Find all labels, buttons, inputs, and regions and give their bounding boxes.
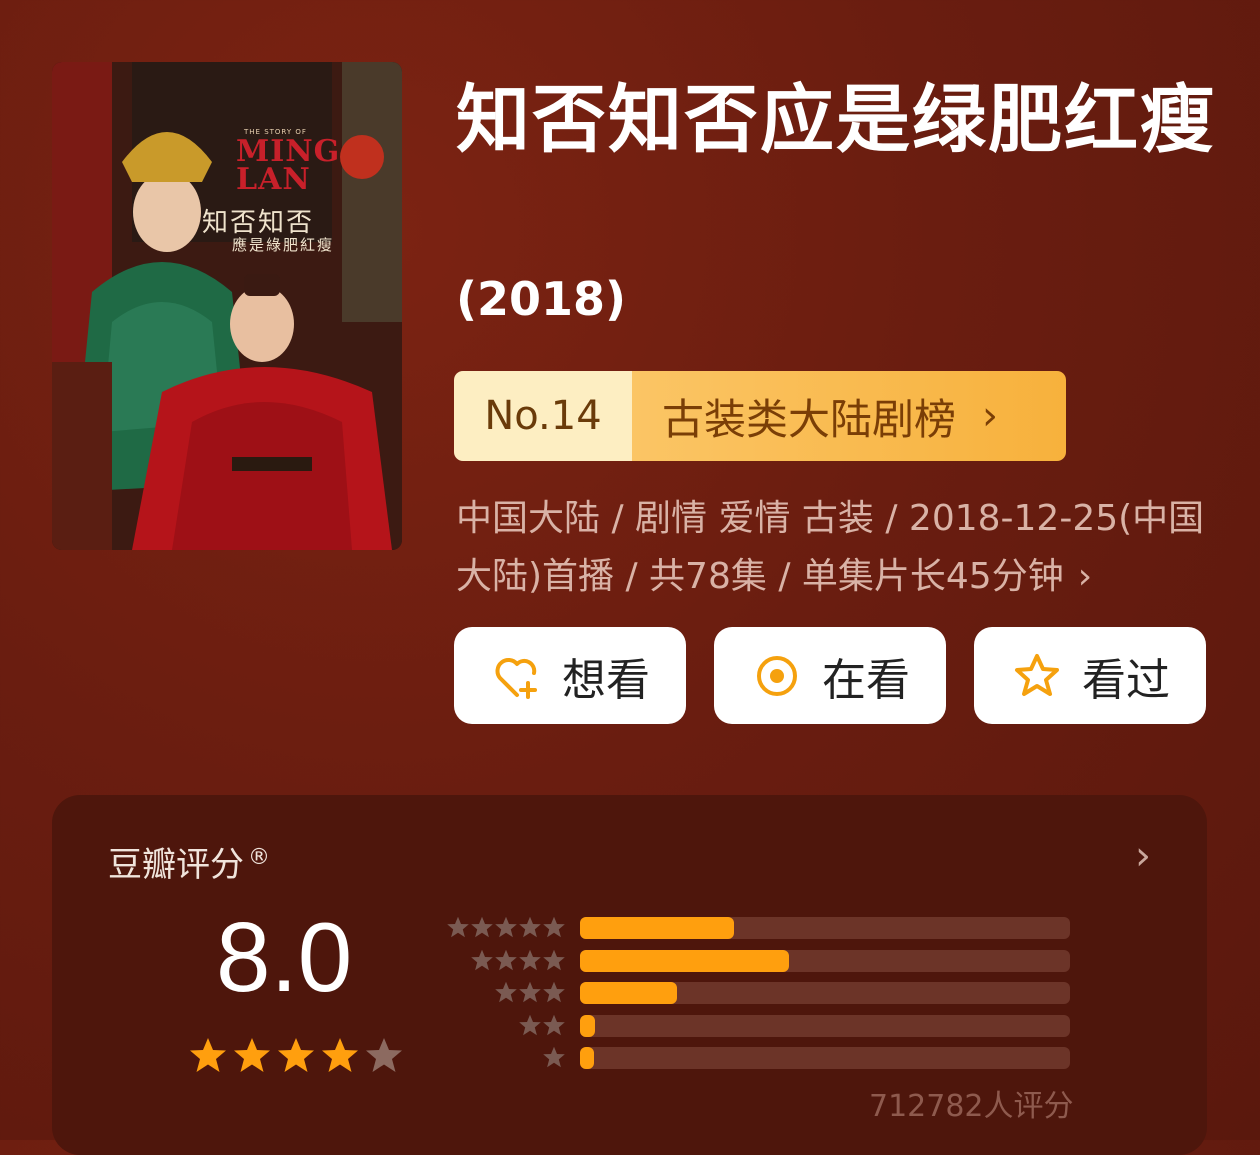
poster-artwork <box>52 62 402 550</box>
distribution-bar-fill <box>580 1014 595 1037</box>
distribution-stars <box>470 948 566 972</box>
rating-source-text: 豆瓣评分 <box>108 845 244 885</box>
distribution-row-1-star <box>438 1043 1078 1075</box>
star-filled-icon <box>278 1038 314 1072</box>
ranking-badge[interactable]: No.14 古装类大陆剧榜 › <box>454 371 1066 461</box>
watching-label: 在看 <box>822 654 910 706</box>
distribution-stars <box>446 915 566 939</box>
distribution-row-5-star <box>438 913 1078 945</box>
poster-english-title: MING LAN <box>236 134 341 197</box>
distribution-stars <box>494 980 566 1004</box>
distribution-bar-track <box>580 1014 1070 1037</box>
distribution-bar-track <box>580 917 1070 939</box>
ranking-number: No.14 <box>454 371 632 461</box>
release-year: (2018) <box>456 272 627 326</box>
distribution-bar-fill <box>580 982 677 1004</box>
want-to-watch-button[interactable]: 想看 <box>454 627 686 724</box>
star-filled-icon <box>322 1038 358 1072</box>
star-icon <box>471 949 493 970</box>
registered-mark: ® <box>248 844 270 870</box>
star-icon <box>543 1014 565 1035</box>
rating-stars <box>188 1035 404 1075</box>
watching-button[interactable]: 在看 <box>714 627 946 724</box>
star-icon <box>543 949 565 970</box>
distribution-bar-track <box>580 1047 1070 1069</box>
poster-image[interactable]: THE STORY OF MING LAN 知否知否 應是綠肥紅瘦 <box>52 62 402 550</box>
star-icon <box>495 981 517 1003</box>
star-filled-icon <box>234 1038 270 1072</box>
distribution-bar-track <box>580 982 1070 1004</box>
distribution-stars <box>518 1013 566 1037</box>
star-icon <box>543 981 565 1003</box>
watched-label: 看过 <box>1082 654 1170 706</box>
star-icon <box>495 949 517 970</box>
distribution-bar-fill <box>580 949 790 972</box>
distribution-bar-fill <box>580 1047 594 1069</box>
star-icon <box>543 916 565 938</box>
page-title: 知否知否应是绿肥红瘦 <box>456 77 1216 163</box>
rating-card[interactable]: 豆瓣评分 ® › 8.0 712782人评分 <box>52 795 1207 1155</box>
distribution-row-3-star <box>438 978 1078 1010</box>
star-empty-icon <box>366 1038 402 1072</box>
chevron-right-icon: › <box>1077 556 1093 597</box>
chevron-right-icon: › <box>982 393 999 439</box>
rating-score: 8.0 <box>216 902 353 1012</box>
ranking-list-name: 古装类大陆剧榜 <box>662 394 957 444</box>
poster-chinese-subtitle: 應是綠肥紅瘦 <box>232 236 335 254</box>
rating-count: 712782人评分 <box>869 1089 1074 1124</box>
star-icon <box>519 981 541 1003</box>
star-filled-icon <box>190 1038 226 1072</box>
star-icon <box>519 1014 541 1035</box>
star-icon <box>447 916 469 938</box>
star-icon <box>495 916 517 938</box>
star-outline-icon <box>1015 653 1059 696</box>
star-icon <box>543 1046 565 1068</box>
want-to-watch-label: 想看 <box>562 654 650 706</box>
distribution-stars <box>542 1045 566 1069</box>
distribution-row-2-star <box>438 1011 1078 1043</box>
distribution-row-4-star <box>438 946 1078 978</box>
star-icon <box>519 916 541 938</box>
distribution-bar-track <box>580 949 1070 972</box>
star-icon <box>471 916 493 938</box>
chevron-right-icon[interactable]: › <box>1135 833 1151 879</box>
star-icon <box>519 949 541 970</box>
watched-button[interactable]: 看过 <box>974 627 1206 724</box>
ranking-list: 古装类大陆剧榜 › <box>632 371 1066 461</box>
movie-meta-info[interactable]: 中国大陆 / 剧情 爱情 古装 / 2018-12-25(中国大陆)首播 / 共… <box>456 490 1226 606</box>
distribution-bar-fill <box>580 917 735 939</box>
rating-source-label: 豆瓣评分 ® <box>108 837 270 886</box>
target-icon <box>757 655 797 696</box>
heart-plus-icon <box>495 657 537 699</box>
